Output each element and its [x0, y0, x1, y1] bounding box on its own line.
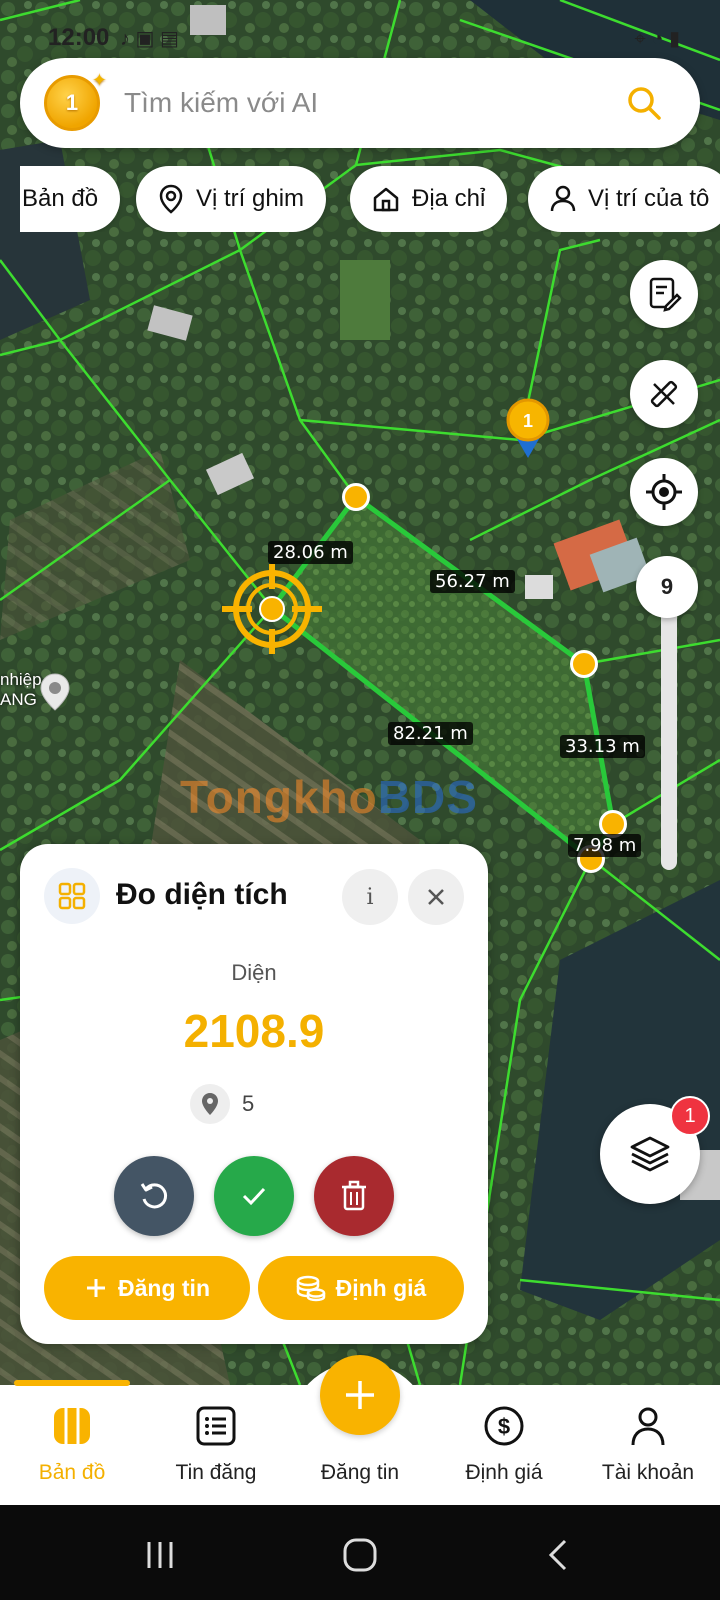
status-time: 12:00	[48, 24, 110, 51]
person-icon	[550, 185, 576, 212]
undo-button[interactable]	[114, 1156, 194, 1236]
zoom-slider-knob[interactable]: 9	[636, 556, 698, 618]
nav-active-indicator	[14, 1380, 130, 1386]
chip-address[interactable]: Địa chỉ	[350, 166, 508, 232]
svg-text:$: $	[498, 1414, 510, 1439]
home-button[interactable]	[330, 1535, 390, 1575]
filter-chips: Bản đồ Vị trí ghim Địa chỉ Vị trí của tô	[20, 166, 720, 232]
list-icon	[196, 1406, 236, 1446]
chip-label: Vị trí ghim	[196, 185, 305, 212]
recent-apps-button[interactable]	[130, 1535, 190, 1575]
segment-length-label: 33.13 m	[560, 735, 645, 758]
valuation-button[interactable]: Định giá	[258, 1256, 464, 1320]
watermark: TongkhoBDS	[180, 771, 478, 823]
segment-length-label: 56.27 m	[430, 570, 515, 593]
segment-length-label: 28.06 m	[268, 541, 353, 564]
svg-text:1: 1	[523, 411, 533, 431]
nav-item-listings[interactable]: Tin đăng	[144, 1385, 288, 1505]
ruler-pencil-icon	[650, 380, 678, 408]
home-icon	[373, 187, 399, 212]
pin-icon	[159, 184, 183, 214]
post-fab-button[interactable]	[320, 1355, 400, 1435]
chip-label: Bản đồ	[22, 185, 99, 212]
valuation-label: Định giá	[335, 1274, 427, 1301]
map-icon	[54, 1408, 90, 1444]
post-listing-button[interactable]: Đăng tin	[44, 1256, 250, 1320]
search-bar[interactable]: 1 ✦	[20, 58, 700, 148]
nav-label: Định giá	[465, 1461, 543, 1484]
edit-note-icon	[649, 277, 682, 312]
nav-label: Đăng tin	[320, 1461, 400, 1484]
status-bar: 12:00 ♪ ▣ ▤ ⌖ ◔ ▮	[0, 22, 720, 58]
poi-pin-icon[interactable]	[38, 672, 72, 712]
area-value: 2108.9	[183, 1005, 325, 1057]
close-icon	[428, 889, 444, 905]
nav-item-valuation[interactable]: $ Định giá	[432, 1385, 576, 1505]
chip-label: Vị trí của tô	[588, 185, 710, 212]
point-count-value: 5	[242, 1091, 255, 1116]
recent-apps-icon	[147, 1542, 173, 1568]
chip-label: Địa chỉ	[412, 185, 486, 212]
nav-label: Tin đăng	[175, 1461, 257, 1484]
vertex-point[interactable]	[342, 483, 370, 511]
locate-me-button[interactable]	[630, 458, 698, 526]
home-circle-icon	[343, 1538, 377, 1572]
point-count: 5	[190, 1084, 254, 1124]
grid-icon	[44, 868, 100, 924]
layers-badge: 1	[670, 1096, 710, 1136]
draw-tool-button[interactable]	[630, 360, 698, 428]
area-label: Diện	[231, 960, 277, 985]
post-listing-label: Đăng tin	[118, 1274, 210, 1301]
nav-label: Bản đồ	[38, 1461, 106, 1484]
signal-battery-icons: ⌖ ◔ ▮	[634, 28, 680, 50]
info-button[interactable]: i	[342, 869, 398, 925]
chip-my-location[interactable]: Vị trí của tô	[528, 166, 720, 232]
trash-icon	[342, 1180, 366, 1211]
panel-title: Đo diện tích	[116, 878, 288, 911]
vertex-point[interactable]	[570, 650, 598, 678]
app-logo-icon: 1 ✦	[44, 70, 107, 131]
crosshair-icon[interactable]	[222, 564, 322, 654]
system-navigation-bar	[0, 1505, 720, 1600]
segment-length-label: 82.21 m	[388, 722, 473, 745]
search-input[interactable]	[124, 58, 604, 148]
delete-button[interactable]	[314, 1156, 394, 1236]
close-button[interactable]	[408, 869, 464, 925]
notification-icons: ♪ ▣ ▤	[120, 28, 179, 50]
undo-icon	[140, 1183, 168, 1209]
back-icon	[548, 1539, 567, 1571]
plus-icon	[87, 1279, 105, 1297]
pin-icon	[190, 1084, 230, 1124]
chip-pinned-location[interactable]: Vị trí ghim	[136, 166, 327, 232]
coins-icon	[296, 1275, 325, 1302]
edit-note-button[interactable]	[630, 260, 698, 328]
chip-map[interactable]: Bản đồ	[20, 166, 121, 232]
location-marker-icon[interactable]: 1	[505, 398, 551, 460]
measure-area-panel: Đo diện tích i Diện 2108.9 5 Đăng tin Đị…	[20, 844, 488, 1344]
segment-length-label: 7.98 m	[568, 834, 642, 857]
check-icon	[242, 1187, 266, 1206]
plus-icon	[346, 1381, 374, 1409]
search-icon[interactable]	[626, 85, 662, 121]
back-button[interactable]	[530, 1535, 590, 1575]
gps-target-icon	[646, 474, 682, 510]
zoom-slider-track[interactable]	[661, 580, 677, 870]
nav-label: Tài khoản	[601, 1461, 695, 1484]
confirm-button[interactable]	[214, 1156, 294, 1236]
dollar-icon: $	[484, 1406, 524, 1446]
user-icon	[631, 1407, 665, 1446]
nav-item-account[interactable]: Tài khoản	[576, 1385, 720, 1505]
layers-icon	[630, 1136, 670, 1172]
nav-item-map[interactable]: Bản đồ	[0, 1385, 144, 1505]
poi-label: nhiệp ANG	[0, 670, 42, 709]
